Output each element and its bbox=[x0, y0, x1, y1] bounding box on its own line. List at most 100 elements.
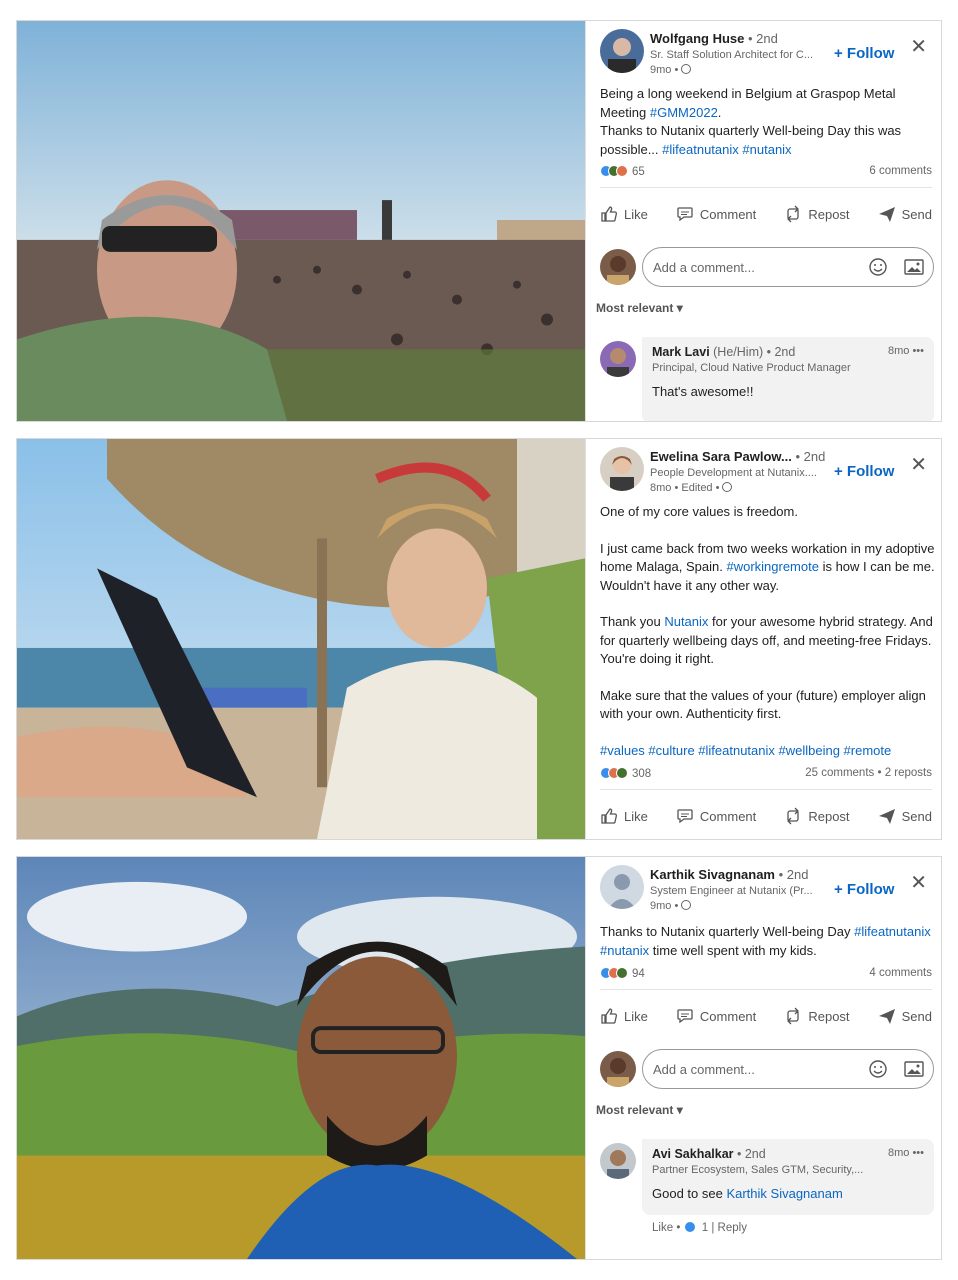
hashtag-link[interactable]: #workingremote bbox=[726, 559, 819, 574]
hashtag-link[interactable]: #nutanix bbox=[600, 943, 649, 958]
commenter-title: Principal, Cloud Native Product Manager bbox=[652, 362, 851, 374]
comment-button[interactable]: Comment bbox=[672, 803, 760, 829]
send-icon bbox=[878, 809, 895, 824]
author-title: System Engineer at Nutanix (Pr... bbox=[650, 885, 813, 897]
hashtag-link[interactable]: #lifeatnutanix bbox=[854, 924, 931, 939]
comment-bubble: Avi Sakhalkar • 2nd Partner Ecosystem, S… bbox=[642, 1139, 934, 1215]
thumbs-up-icon bbox=[601, 808, 617, 824]
comment-button[interactable]: Comment bbox=[672, 201, 760, 227]
comment-input[interactable] bbox=[642, 1049, 934, 1089]
author-avatar[interactable] bbox=[600, 447, 644, 491]
thumbs-up-icon bbox=[601, 206, 617, 222]
post-photo-festival-selfie[interactable] bbox=[17, 21, 585, 421]
emoji-icon[interactable] bbox=[868, 257, 888, 277]
post-time: 9mo • bbox=[650, 64, 692, 76]
like-button[interactable]: Like bbox=[596, 803, 652, 829]
emoji-icon[interactable] bbox=[868, 1059, 888, 1079]
close-icon[interactable]: ✕ bbox=[910, 37, 927, 57]
comment-count[interactable]: 4 comments bbox=[869, 967, 932, 979]
post-stats: 94 4 comments bbox=[600, 967, 932, 985]
author-title: Sr. Staff Solution Architect for C... bbox=[650, 49, 814, 61]
hashtag-links[interactable]: #values #culture #lifeatnutanix #wellbei… bbox=[600, 742, 936, 761]
sort-comments-dropdown[interactable]: Most relevant ▾ bbox=[596, 1103, 683, 1117]
comment-text: Good to see Karthik Sivagnanam bbox=[652, 1186, 843, 1201]
commenter-name[interactable]: Mark Lavi (He/Him) • 2nd bbox=[652, 345, 924, 359]
comment-footer: Like • 1 | Reply bbox=[652, 1221, 747, 1234]
post-card-1: Wolfgang Huse • 2nd Sr. Staff Solution A… bbox=[16, 20, 942, 422]
comment-repost-count[interactable]: 25 comments • 2 reposts bbox=[805, 767, 932, 779]
comment-count[interactable]: 6 comments bbox=[869, 165, 932, 177]
author-title: People Development at Nutanix.... bbox=[650, 467, 817, 479]
divider bbox=[600, 789, 932, 790]
hashtag-link[interactable]: #lifeatnutanix bbox=[662, 142, 739, 157]
author-name[interactable]: Karthik Sivagnanam • 2nd bbox=[650, 867, 808, 882]
author-avatar[interactable] bbox=[600, 29, 644, 73]
globe-icon bbox=[722, 482, 733, 492]
post-card-3: Karthik Sivagnanam • 2nd System Engineer… bbox=[16, 856, 942, 1260]
comment-icon bbox=[677, 1009, 693, 1024]
comment-bubble: Mark Lavi (He/Him) • 2nd Principal, Clou… bbox=[642, 337, 934, 421]
comment-icon bbox=[677, 207, 693, 222]
mention-link[interactable]: Karthik Sivagnanam bbox=[726, 1186, 842, 1201]
divider bbox=[600, 989, 932, 990]
comment-like-count[interactable]: 1 bbox=[702, 1222, 708, 1234]
company-mention-link[interactable]: Nutanix bbox=[664, 614, 708, 629]
sort-comments-dropdown[interactable]: Most relevant ▾ bbox=[596, 301, 683, 315]
post-time: 8mo • Edited • bbox=[650, 482, 733, 494]
follow-button[interactable]: + Follow bbox=[834, 45, 894, 62]
repost-icon bbox=[787, 807, 800, 825]
comment-like-button[interactable]: Like bbox=[652, 1222, 673, 1234]
like-button[interactable]: Like bbox=[596, 201, 652, 227]
viewer-avatar bbox=[600, 249, 636, 285]
post-stats: 65 6 comments bbox=[600, 165, 932, 183]
post-side-panel: Wolfgang Huse • 2nd Sr. Staff Solution A… bbox=[585, 21, 941, 421]
thumbs-up-icon bbox=[601, 1008, 617, 1024]
post-actions: Like Comment Repost Send bbox=[596, 199, 936, 229]
repost-button[interactable]: Repost bbox=[780, 201, 853, 227]
reaction-summary[interactable]: 308 bbox=[600, 767, 651, 780]
comment-time-menu[interactable]: 8mo ••• bbox=[888, 345, 924, 357]
post-text: Being a long weekend in Belgium at Grasp… bbox=[600, 86, 902, 157]
send-button[interactable]: Send bbox=[874, 1003, 936, 1029]
post-text: Thanks to Nutanix quarterly Well-being D… bbox=[600, 924, 931, 958]
commenter-avatar[interactable] bbox=[600, 1143, 636, 1179]
love-reaction-icon bbox=[616, 165, 628, 177]
author-avatar[interactable] bbox=[600, 865, 644, 909]
repost-button[interactable]: Repost bbox=[780, 1003, 853, 1029]
divider bbox=[600, 187, 932, 188]
comment-time-menu[interactable]: 8mo ••• bbox=[888, 1147, 924, 1159]
comment-input[interactable] bbox=[642, 247, 934, 287]
viewer-avatar bbox=[600, 1051, 636, 1087]
post-photo-lake-selfie[interactable] bbox=[17, 857, 585, 1259]
hashtag-link[interactable]: #nutanix bbox=[742, 142, 791, 157]
reaction-summary[interactable]: 94 bbox=[600, 967, 645, 980]
close-icon[interactable]: ✕ bbox=[910, 873, 927, 893]
send-button[interactable]: Send bbox=[874, 201, 936, 227]
celebrate-reaction-icon bbox=[616, 767, 628, 779]
globe-icon bbox=[681, 900, 692, 910]
hashtag-link[interactable]: #GMM2022 bbox=[650, 105, 718, 120]
post-actions: Like Comment Repost Send bbox=[596, 1001, 936, 1031]
reaction-summary[interactable]: 65 bbox=[600, 165, 645, 178]
author-name[interactable]: Ewelina Sara Pawlow... • 2nd bbox=[650, 449, 825, 464]
post-side-panel: Karthik Sivagnanam • 2nd System Engineer… bbox=[585, 857, 941, 1259]
post-photo-beach-workation[interactable] bbox=[17, 439, 585, 839]
image-icon[interactable] bbox=[904, 1060, 924, 1078]
like-button[interactable]: Like bbox=[596, 1003, 652, 1029]
author-name[interactable]: Wolfgang Huse • 2nd bbox=[650, 31, 778, 46]
post-actions: Like Comment Repost Send bbox=[596, 801, 936, 831]
follow-button[interactable]: + Follow bbox=[834, 881, 894, 898]
commenter-title: Partner Ecosystem, Sales GTM, Security,.… bbox=[652, 1164, 864, 1176]
repost-icon bbox=[787, 205, 800, 223]
repost-button[interactable]: Repost bbox=[780, 803, 853, 829]
image-icon[interactable] bbox=[904, 258, 924, 276]
comment-reply-button[interactable]: Reply bbox=[718, 1222, 747, 1234]
commenter-avatar[interactable] bbox=[600, 341, 636, 377]
follow-button[interactable]: + Follow bbox=[834, 463, 894, 480]
close-icon[interactable]: ✕ bbox=[910, 455, 927, 475]
send-button[interactable]: Send bbox=[874, 803, 936, 829]
comment-composer bbox=[600, 1049, 934, 1089]
commenter-name[interactable]: Avi Sakhalkar • 2nd bbox=[652, 1147, 924, 1161]
comment-button[interactable]: Comment bbox=[672, 1003, 760, 1029]
celebrate-reaction-icon bbox=[616, 967, 628, 979]
